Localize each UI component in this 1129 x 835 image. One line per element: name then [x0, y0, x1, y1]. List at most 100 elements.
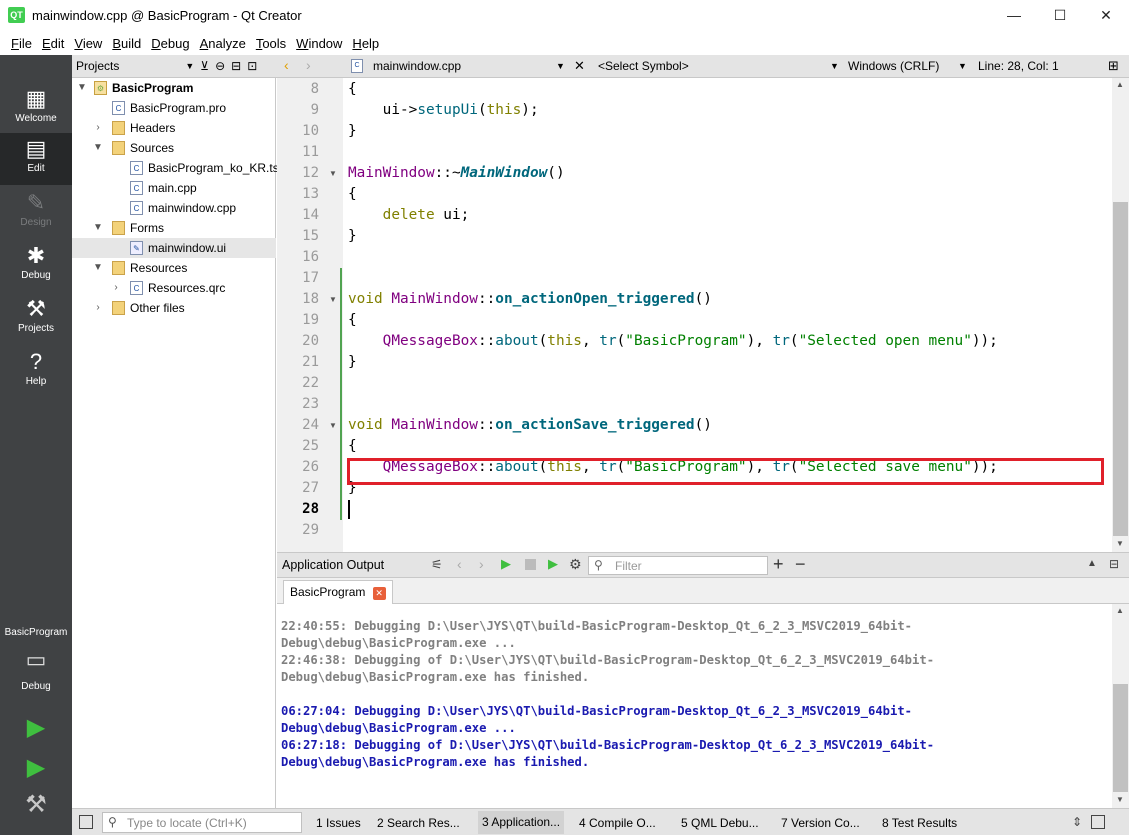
output-pane-button[interactable]: 7 Version Co... — [781, 816, 860, 830]
editor-scrollbar[interactable]: ▲ ▼ — [1112, 78, 1129, 552]
tree-item[interactable]: ✎ mainwindow.ui — [72, 238, 276, 258]
back-icon[interactable]: ‹ — [284, 57, 289, 73]
toggle-sidebar-icon[interactable] — [79, 815, 93, 829]
folder-icon — [112, 301, 125, 315]
mode-debug[interactable]: ✱ Debug — [0, 240, 72, 292]
rerun-icon[interactable]: ▶ — [501, 556, 511, 572]
output-pane-button[interactable]: 8 Test Results — [882, 816, 957, 830]
attach-debugger-icon[interactable]: ▶ — [548, 556, 558, 572]
chevron-down-icon[interactable]: ▼ — [92, 258, 104, 278]
mode-welcome[interactable]: ▦ Welcome — [0, 83, 72, 135]
output-scrollbar[interactable]: ▲ ▼ — [1112, 604, 1129, 808]
tree-item[interactable]: › C Resources.qrc — [72, 278, 276, 298]
fold-marker-icon[interactable]: ▼ — [329, 289, 337, 310]
tree-item[interactable]: ▼ Sources — [72, 138, 276, 158]
tree-item[interactable]: ▼ Resources — [72, 258, 276, 278]
menu-tools[interactable]: Tools — [251, 36, 291, 51]
output-pane-button[interactable]: 1 Issues — [316, 816, 361, 830]
menu-help[interactable]: Help — [347, 36, 384, 51]
code-line: { — [348, 186, 357, 202]
close-pane-icon[interactable]: ⊟ — [1109, 557, 1119, 571]
chevron-down-icon[interactable]: ▼ — [76, 78, 88, 98]
tree-item-label: Other files — [130, 301, 185, 315]
pane-arrows-icon[interactable]: ⇕ — [1072, 815, 1082, 829]
locator-input[interactable]: ⚲ Type to locate (Ctrl+K) — [102, 812, 302, 833]
tree-item[interactable]: C BasicProgram.pro — [72, 98, 276, 118]
output-pane-button[interactable]: 3 Application... — [478, 811, 565, 834]
clear-output-icon[interactable]: ⚟ — [431, 557, 443, 573]
close-icon[interactable]: ✕ — [1083, 0, 1129, 31]
link-icon[interactable]: ⊖ — [215, 59, 225, 73]
chevron-down-icon[interactable]: ▼ — [92, 218, 104, 238]
mode-help[interactable]: ? Help — [0, 346, 72, 398]
cpp-file-icon: C — [351, 59, 363, 73]
output-scroll-down-icon[interactable]: ▼ — [1116, 795, 1124, 804]
changed-lines-marker — [340, 268, 342, 520]
build-hammer-icon[interactable]: ⚒ — [18, 790, 54, 826]
remove-tab-icon[interactable]: − — [795, 554, 806, 575]
output-pane-button[interactable]: 5 QML Debu... — [681, 816, 759, 830]
close-panel-icon[interactable]: ⊡ — [247, 59, 257, 73]
chevron-down-icon[interactable]: ▼ — [92, 138, 104, 158]
output-scroll-up-icon[interactable]: ▲ — [1116, 606, 1124, 615]
maximize-pane-icon[interactable]: ▲ — [1087, 558, 1097, 569]
run-icon[interactable]: ▶ — [18, 713, 54, 749]
tree-item[interactable]: ▼ Forms — [72, 218, 276, 238]
mode-design[interactable]: ✎ Design — [0, 187, 72, 239]
output-scrollbar-thumb[interactable] — [1113, 684, 1128, 792]
file-dropdown-icon[interactable]: ▼ — [556, 61, 565, 71]
fold-marker-icon[interactable]: ▼ — [329, 415, 337, 436]
add-tab-icon[interactable]: + — [773, 554, 784, 575]
tree-item[interactable]: ▼ ⚙ BasicProgram — [72, 78, 276, 98]
toggle-output-icon[interactable] — [1091, 815, 1105, 829]
tab-basicprogram[interactable]: BasicProgram ✕ — [283, 580, 393, 604]
menu-analyze[interactable]: Analyze — [195, 36, 251, 51]
chevron-right-icon[interactable]: › — [92, 298, 104, 318]
close-file-icon[interactable]: ✕ — [574, 58, 585, 74]
forward-icon[interactable]: › — [306, 57, 311, 73]
fold-marker-icon[interactable]: ▼ — [329, 163, 337, 184]
encoding-dropdown-icon[interactable]: ▼ — [958, 61, 967, 71]
open-file-name[interactable]: mainwindow.cpp — [373, 59, 461, 73]
output-pane-button[interactable]: 2 Search Res... — [377, 816, 460, 830]
chevron-down-icon[interactable]: ▼ — [185, 61, 194, 71]
menu-view[interactable]: View — [69, 36, 107, 51]
scroll-down-icon[interactable]: ▼ — [1116, 539, 1124, 548]
chevron-right-icon[interactable]: › — [92, 118, 104, 138]
split-icon[interactable]: ⊟ — [231, 59, 241, 73]
tree-item[interactable]: › Headers — [72, 118, 276, 138]
symbol-selector[interactable]: <Select Symbol> — [598, 59, 689, 73]
menu-debug[interactable]: Debug — [146, 36, 194, 51]
mode-projects[interactable]: ⚒ Projects — [0, 293, 72, 345]
maximize-icon[interactable]: ☐ — [1037, 0, 1083, 31]
debug-run-icon[interactable]: ▶ — [18, 753, 54, 789]
menu-build[interactable]: Build — [107, 36, 146, 51]
menu-window[interactable]: Window — [291, 36, 347, 51]
split-editor-icon[interactable]: ⊞ — [1108, 58, 1119, 74]
close-tab-icon[interactable]: ✕ — [372, 587, 386, 600]
next-item-icon[interactable]: › — [479, 556, 484, 572]
stop-icon[interactable] — [525, 559, 536, 570]
tree-item[interactable]: C BasicProgram_ko_KR.ts — [72, 158, 279, 178]
tree-item[interactable]: Cmainwindow.cpp — [72, 198, 276, 218]
cursor-position[interactable]: Line: 28, Col: 1 — [978, 59, 1059, 73]
minimize-icon[interactable]: — — [991, 0, 1037, 31]
settings-gear-icon[interactable]: ⚙ — [569, 556, 582, 573]
mode-edit[interactable]: ▤ Edit — [0, 133, 72, 185]
chevron-right-icon[interactable]: › — [110, 278, 122, 298]
symbol-dropdown-icon[interactable]: ▼ — [830, 61, 839, 71]
output-line: 06:27:04: Debugging D:\User\JYS\QT\build… — [281, 704, 913, 718]
scroll-up-icon[interactable]: ▲ — [1116, 80, 1124, 89]
kit-config-label: Debug — [21, 681, 51, 692]
tree-item[interactable]: › Other files — [72, 298, 276, 318]
output-filter-field[interactable]: ⚲ Filter — [588, 556, 768, 575]
filter-icon[interactable]: ⊻ — [200, 59, 209, 73]
line-ending-selector[interactable]: Windows (CRLF) — [848, 59, 939, 73]
editor-scrollbar-thumb[interactable] — [1113, 202, 1128, 536]
menu-file[interactable]: File — [6, 36, 37, 51]
menu-edit[interactable]: Edit — [37, 36, 69, 51]
output-pane-button[interactable]: 4 Compile O... — [579, 816, 656, 830]
tree-item[interactable]: Cmain.cpp — [72, 178, 276, 198]
monitor-icon[interactable]: ▭ — [20, 647, 52, 673]
prev-item-icon[interactable]: ‹ — [457, 556, 462, 572]
